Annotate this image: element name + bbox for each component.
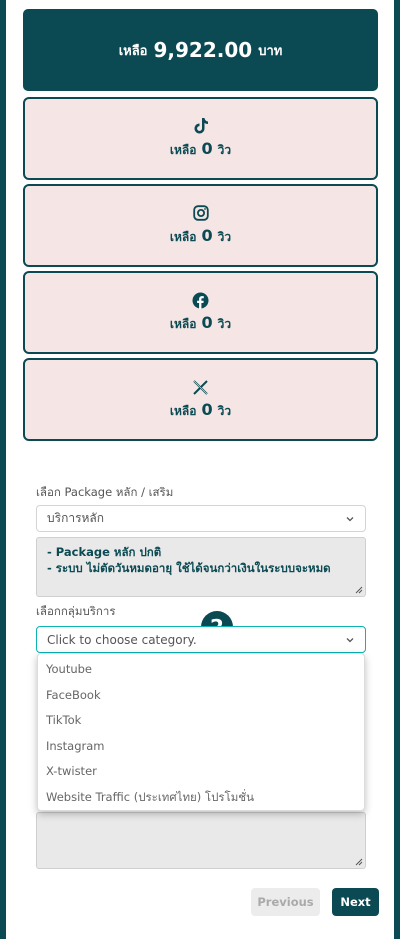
- stat-label: เหลือ: [169, 143, 197, 157]
- package-note-line: - ระบบ ไม่ตัดวันหมดอายุ ใช้ได้จนกว่าเงิน…: [47, 561, 331, 575]
- instagram-icon: [192, 204, 210, 222]
- category-dropdown: Youtube FaceBook TikTok Instagram X-twis…: [37, 653, 365, 811]
- chevron-down-icon: [346, 637, 354, 642]
- stat-unit: วิว: [217, 317, 232, 331]
- facebook-icon: [192, 291, 210, 309]
- category-label: เลือกกลุ่มบริการ: [36, 604, 116, 618]
- instagram-stat-card: เหลือ 0 วิว: [23, 184, 378, 267]
- category-option-tiktok[interactable]: TikTok: [38, 708, 364, 734]
- stat-count: 0: [201, 400, 213, 419]
- stat-unit: วิว: [217, 404, 232, 418]
- balance-card: เหลือ 9,922.00 บาท: [23, 9, 378, 91]
- stat-label: เหลือ: [169, 404, 197, 418]
- resize-grip-icon[interactable]: [353, 856, 363, 866]
- stat-unit: วิว: [217, 143, 232, 157]
- stat-count: 0: [201, 139, 213, 158]
- x-icon: [192, 378, 210, 396]
- resize-grip-icon[interactable]: [353, 584, 363, 594]
- balance-label: เหลือ: [118, 43, 148, 59]
- stat-label: เหลือ: [169, 317, 197, 331]
- x-stat-card: เหลือ 0 วิว: [23, 358, 378, 441]
- package-select[interactable]: บริการหลัก: [36, 505, 366, 532]
- category-option-x-twister[interactable]: X-twister: [38, 759, 364, 785]
- next-button[interactable]: Next: [332, 888, 379, 916]
- balance-unit: บาท: [258, 43, 283, 59]
- tiktok-stat-card: เหลือ 0 วิว: [23, 97, 378, 180]
- category-option-instagram[interactable]: Instagram: [38, 734, 364, 760]
- previous-button[interactable]: Previous: [251, 888, 320, 916]
- stat-count: 0: [201, 313, 213, 332]
- category-option-youtube[interactable]: Youtube: [38, 657, 364, 683]
- chevron-down-icon: [346, 516, 354, 521]
- package-notes[interactable]: - Package หลัก ปกติ - ระบบ ไม่ตัดวันหมดอ…: [36, 537, 366, 597]
- package-label: เลือก Package หลัก / เสริม: [36, 485, 174, 499]
- detail-textarea[interactable]: [36, 812, 366, 869]
- stat-count: 0: [201, 226, 213, 245]
- category-placeholder: Click to choose category.: [47, 632, 197, 647]
- stat-label: เหลือ: [169, 230, 197, 244]
- category-option-facebook[interactable]: FaceBook: [38, 683, 364, 709]
- tiktok-icon: [192, 117, 210, 135]
- package-note-line: - Package หลัก ปกติ: [47, 545, 162, 559]
- package-selected-value: บริการหลัก: [47, 511, 105, 525]
- facebook-stat-card: เหลือ 0 วิว: [23, 271, 378, 354]
- balance-amount: 9,922.00: [153, 38, 253, 62]
- stat-unit: วิว: [217, 230, 232, 244]
- category-select[interactable]: Click to choose category.: [36, 626, 366, 653]
- category-option-website-traffic[interactable]: Website Traffic (ประเทศไทย) โปรโมชั่น: [38, 785, 364, 811]
